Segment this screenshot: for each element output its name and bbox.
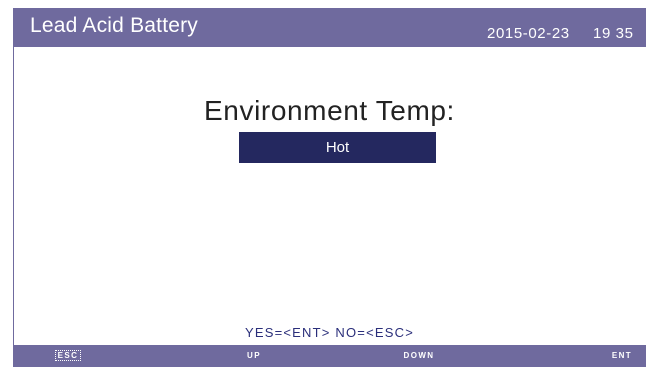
up-key[interactable]: UP [242, 345, 266, 367]
lcd-screen: Lead Acid Battery 2015-02-23 19 35 Envir… [13, 8, 646, 367]
page-title: Lead Acid Battery [30, 14, 199, 37]
setting-label: Environment Temp: [204, 95, 455, 126]
title-bar: Lead Acid Battery 2015-02-23 19 35 [13, 8, 646, 47]
esc-key-label: ESC [54, 350, 82, 361]
setting-value-selector[interactable]: Hot [239, 132, 436, 163]
confirm-prompt: YES=<ENT> NO=<ESC> [244, 325, 414, 340]
date-display: 2015-02-23 [487, 25, 570, 42]
key-bar: ESC UP DOWN ENT [13, 345, 646, 367]
down-key[interactable]: DOWN [397, 345, 441, 367]
left-border-line [13, 47, 14, 345]
time-display: 19 35 [593, 25, 634, 42]
enter-key[interactable]: ENT [608, 345, 636, 367]
esc-key[interactable]: ESC [53, 345, 83, 367]
